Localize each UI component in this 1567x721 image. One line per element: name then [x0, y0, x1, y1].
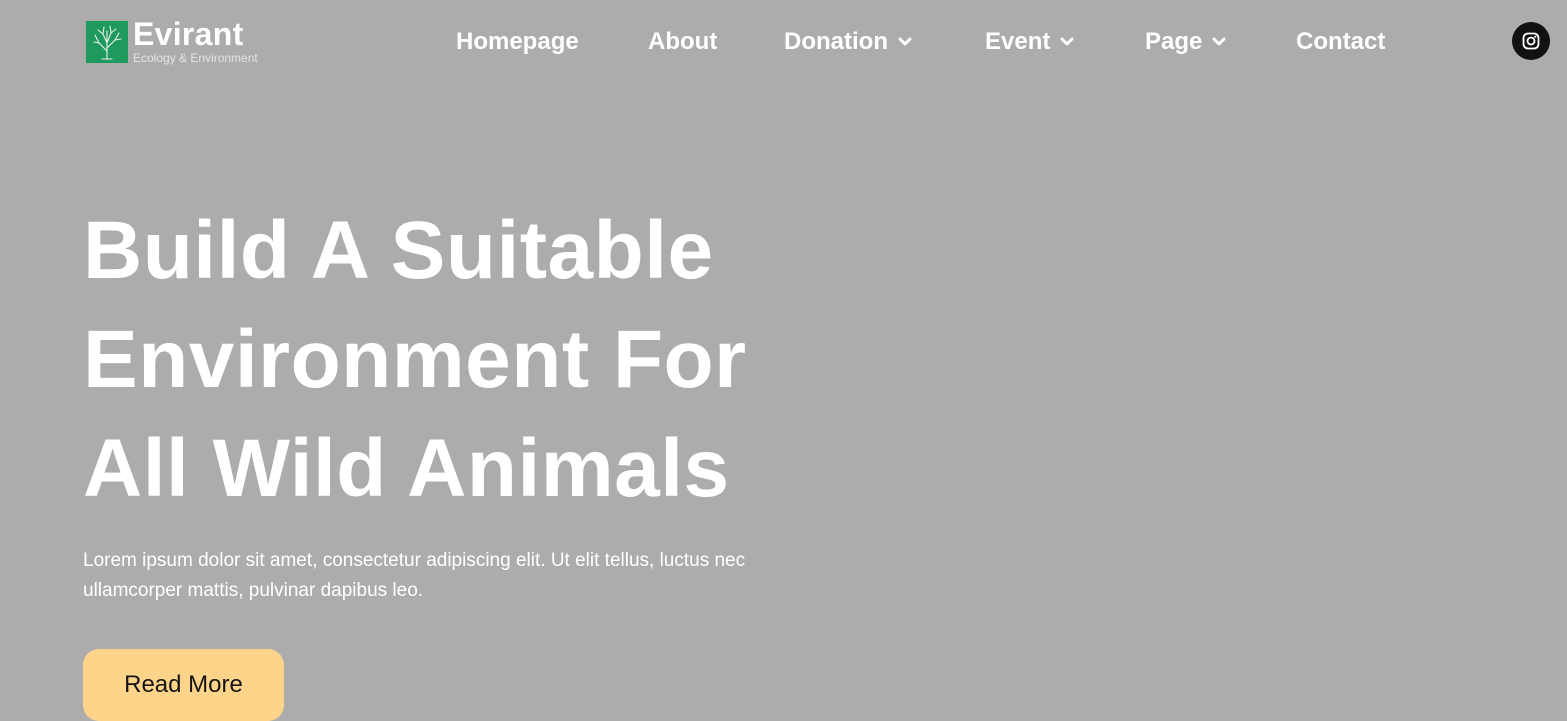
chevron-down-icon — [1060, 37, 1074, 46]
instagram-button[interactable] — [1512, 22, 1550, 60]
instagram-icon — [1522, 32, 1540, 50]
nav-item-contact[interactable]: Contact — [1296, 25, 1385, 59]
hero-description-line: ullamcorper mattis, pulvinar dapibus leo… — [83, 580, 424, 601]
hero-title-line: Build A Suitable — [83, 205, 714, 296]
nav-item-label: Page — [1145, 28, 1203, 55]
nav-item-label: About — [648, 28, 718, 55]
hero-title-line: All Wild Animals — [83, 423, 730, 514]
hero-title: Build A Suitable Environment For All Wil… — [83, 196, 903, 523]
hero-description: Lorem ipsum dolor sit amet, consectetur … — [83, 546, 843, 606]
site-logo[interactable]: Evirant Ecology & Environment — [86, 16, 286, 65]
logo-tagline: Ecology & Environment — [133, 51, 258, 65]
nav-item-homepage[interactable]: Homepage — [456, 25, 579, 59]
chevron-down-icon — [1212, 37, 1226, 46]
nav-item-event[interactable]: Event — [985, 25, 1074, 59]
hero-title-line: Environment For — [83, 314, 747, 405]
nav-item-label: Event — [985, 28, 1051, 55]
nav-item-about[interactable]: About — [648, 25, 717, 59]
chevron-down-icon — [898, 37, 912, 46]
nav-item-page[interactable]: Page — [1145, 25, 1226, 59]
nav-item-label: Homepage — [456, 28, 579, 55]
nav-item-donation[interactable]: Donation — [784, 25, 912, 59]
nav-item-label: Contact — [1296, 28, 1386, 55]
hero-description-line: Lorem ipsum dolor sit amet, consectetur … — [83, 550, 746, 571]
nav-item-label: Donation — [784, 28, 888, 55]
tree-logo-icon — [86, 21, 128, 63]
logo-name: Evirant — [133, 16, 244, 52]
read-more-button[interactable]: Read More — [83, 649, 284, 721]
